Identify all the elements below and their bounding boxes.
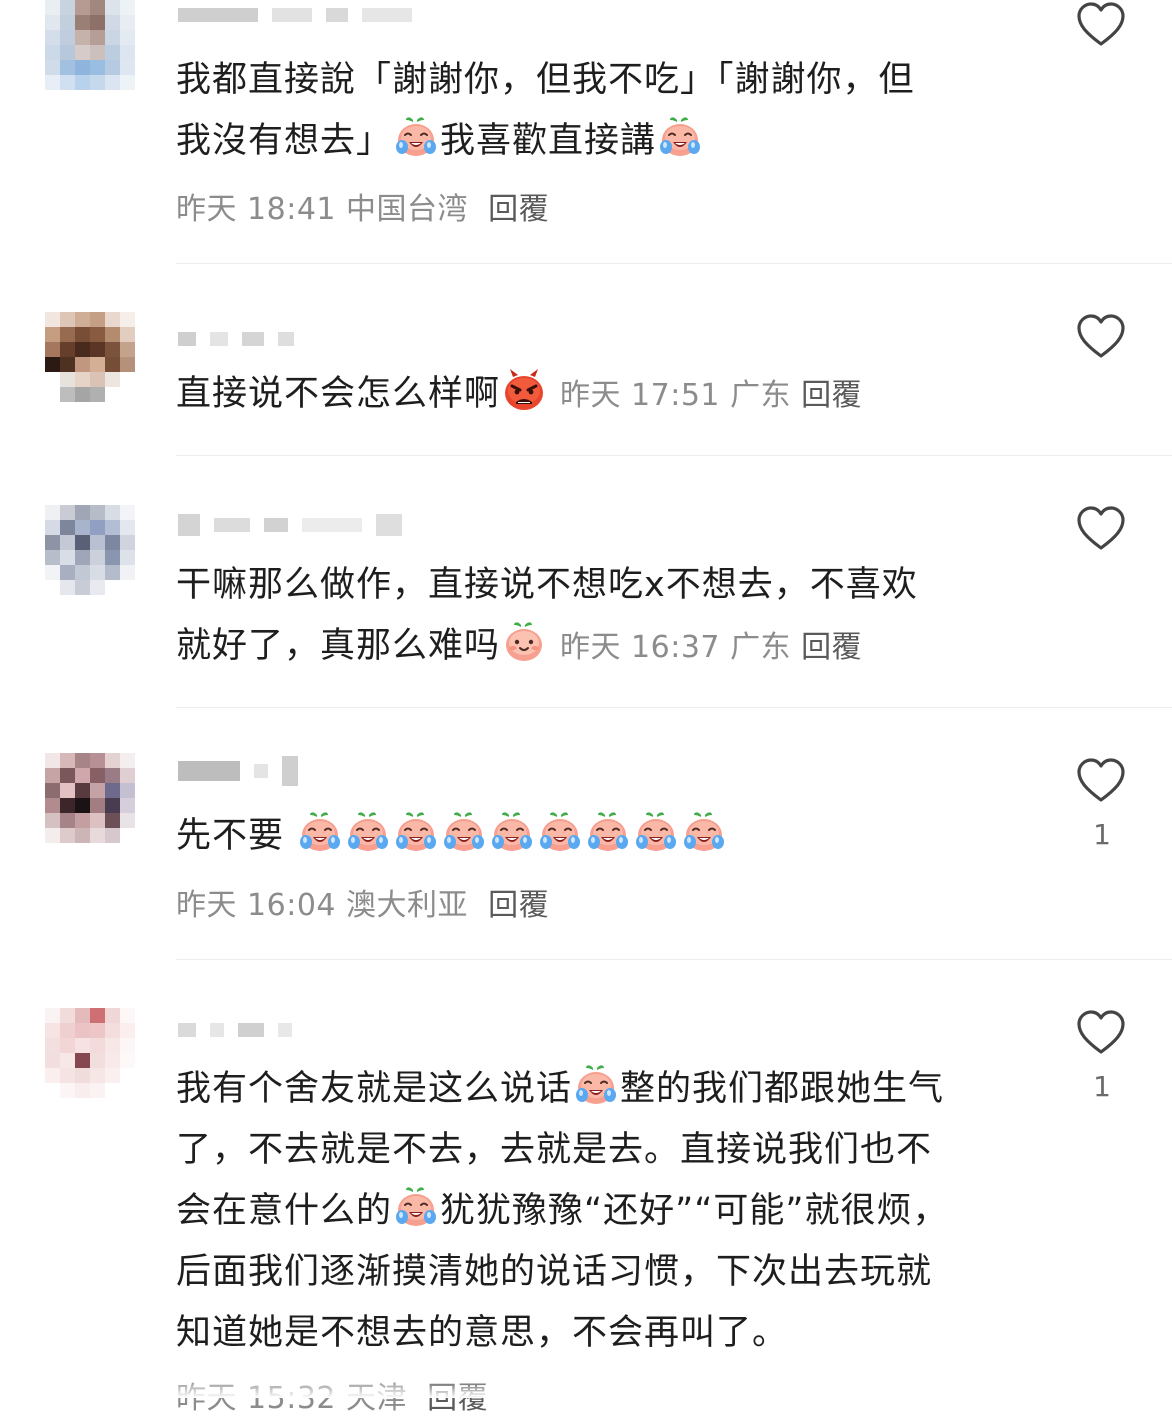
heart-icon[interactable] — [1076, 1010, 1126, 1056]
comment-text-part: 直接说不会怎么样啊 — [176, 374, 501, 414]
crying-face-emoji — [573, 1062, 619, 1108]
heart-icon[interactable] — [1076, 758, 1126, 804]
comment-text-part: 我沒有想去」 — [176, 121, 393, 161]
comment-location: 澳大利亚 — [346, 888, 469, 923]
avatar[interactable] — [45, 312, 135, 402]
reply-button[interactable]: 回覆 — [801, 378, 862, 413]
avatar[interactable] — [45, 753, 135, 843]
comment-location: 中国台湾 — [346, 192, 469, 227]
username-blurred[interactable] — [178, 756, 298, 786]
smiling-face-emoji — [501, 619, 547, 665]
comment-text-part: 我有个舍友就是这么说话 — [176, 1069, 573, 1109]
heart-icon[interactable] — [1076, 314, 1126, 360]
heart-icon[interactable] — [1076, 506, 1126, 552]
avatar[interactable] — [45, 1008, 135, 1098]
heart-icon[interactable] — [1076, 2, 1126, 48]
comment-text: 直接说不会怎么样啊 昨天 17:51 广东 回覆 — [176, 364, 1016, 426]
comment-text: 我都直接說「謝謝你，但我不吃」「謝謝你，但 我沒有想去」 我喜歡直接講 — [176, 50, 1016, 172]
angry-face-emoji — [501, 367, 547, 413]
comment-text-part: 知道她是不想去的意思，不会再叫了。 — [176, 1313, 789, 1353]
crying-face-emoji — [441, 809, 487, 855]
reply-button[interactable]: 回覆 — [801, 630, 862, 665]
comment-location: 广东 — [730, 378, 792, 413]
comment-text-part: 我喜歡直接講 — [440, 121, 657, 161]
avatar[interactable] — [45, 0, 135, 90]
comment-text-part: 先不要 — [176, 816, 285, 856]
comment-time: 昨天 17:51 — [560, 378, 721, 413]
divider — [176, 455, 1172, 456]
comment-time: 昨天 16:37 — [560, 630, 721, 665]
username-blurred[interactable] — [178, 1019, 292, 1041]
crying-face-emoji — [633, 809, 679, 855]
comment-time: 昨天 16:04 — [176, 888, 336, 923]
username-blurred[interactable] — [178, 328, 294, 350]
comment-text-part: 整的我们都跟她生气 — [620, 1069, 945, 1109]
comment-text: 干嘛那么做作，直接说不想吃x不想去，不喜欢 就好了，真那么难吗 昨天 16:37 … — [176, 555, 1016, 678]
crying-face-emoji — [489, 809, 535, 855]
divider — [176, 959, 1172, 960]
crying-face-emoji — [393, 1184, 439, 1230]
comment-text-part: 干嘛那么做作，直接说不想吃x不想去，不喜欢 — [176, 565, 918, 605]
crying-face-emoji — [585, 809, 631, 855]
avatar[interactable] — [45, 505, 135, 595]
bottom-fade — [0, 1380, 1172, 1398]
username-blurred[interactable] — [178, 514, 402, 536]
comment-text-part: 会在意什么的 — [176, 1191, 393, 1231]
crying-face-emoji — [393, 114, 439, 160]
divider — [176, 707, 1172, 708]
crying-face-emoji — [657, 114, 703, 160]
divider — [176, 263, 1172, 264]
crying-face-emoji — [681, 809, 727, 855]
reply-button[interactable]: 回覆 — [488, 888, 549, 923]
comment-location: 广东 — [730, 630, 792, 665]
reply-button[interactable]: 回覆 — [488, 192, 549, 227]
comment-meta: 昨天 16:04 澳大利亚 回覆 — [176, 880, 549, 924]
comment-meta: 昨天 18:41 中国台湾 回覆 — [176, 184, 549, 228]
comment-time: 昨天 18:41 — [176, 192, 336, 227]
crying-face-emoji — [393, 809, 439, 855]
comment-text-part: 了，不去就是不去，去就是去。直接说我们也不 — [176, 1130, 933, 1170]
comment-text-part: 我都直接說「謝謝你，但我不吃」「謝謝你，但 — [176, 60, 915, 100]
crying-face-emoji — [345, 809, 391, 855]
like-count: 1 — [1093, 1070, 1111, 1103]
comment-text: 我有个舍友就是这么说话 整的我们都跟她生气 了，不去就是不去，去就是去。直接说我们… — [176, 1059, 1016, 1364]
crying-face-emoji — [537, 809, 583, 855]
comment-text-part: 就好了，真那么难吗 — [176, 626, 501, 666]
comment-text-part: 后面我们逐渐摸清她的说话习惯，下次出去玩就 — [176, 1252, 933, 1292]
comment-text-part: 犹犹豫豫“还好”“可能”就很烦， — [440, 1191, 949, 1231]
crying-face-emoji — [297, 809, 343, 855]
username-blurred[interactable] — [178, 4, 412, 26]
comment-text: 先不要 — [176, 806, 1016, 867]
like-count: 1 — [1093, 818, 1111, 851]
